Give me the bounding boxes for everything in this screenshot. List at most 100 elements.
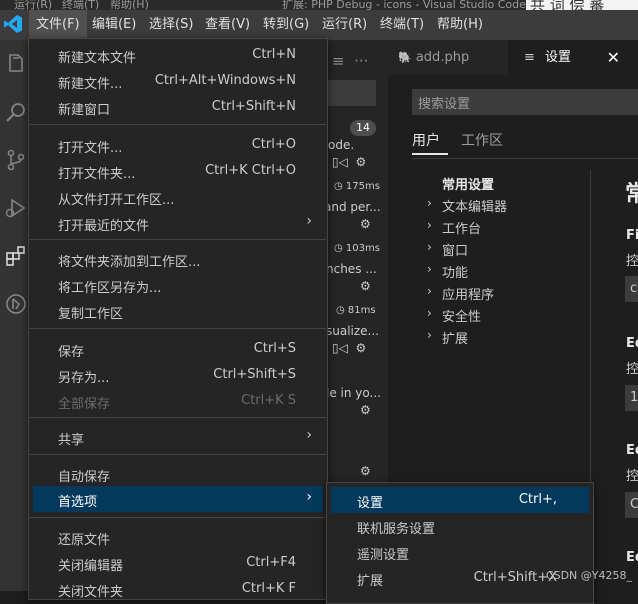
- ext-snippet: sualize...: [326, 324, 380, 338]
- gear-icon[interactable]: ⚙: [360, 279, 371, 293]
- window-title: 扩展: PHP Debug - icons - Visual Studio Co…: [282, 0, 526, 10]
- explorer-icon[interactable]: [4, 52, 28, 76]
- ext-timing: ◷ 81ms: [336, 305, 376, 316]
- menu-item-new-file[interactable]: 新建文件... Ctrl+Alt+Windows+N: [30, 68, 326, 94]
- menu-item-add-folder-to-workspace[interactable]: 将文件夹添加到工作区...: [30, 246, 326, 272]
- tree-item[interactable]: 工作台: [442, 218, 481, 237]
- menu-item-duplicate-workspace[interactable]: 复制工作区: [30, 298, 326, 324]
- ext-actions-icon[interactable]: ▯◁ ⚙: [332, 341, 366, 355]
- search-icon[interactable]: [4, 100, 28, 124]
- menu-help[interactable]: 帮助(H): [430, 10, 490, 40]
- tree-item[interactable]: 应用程序: [442, 284, 494, 303]
- preferences-submenu: 设置 Ctrl+, 联机服务设置 遥测设置 扩展 Ctrl+Shift+X: [326, 482, 594, 604]
- tab-settings[interactable]: ≡ 设置 ✕: [508, 40, 638, 75]
- settings-section-title: 常: [625, 182, 638, 207]
- setting-label: Fil: [626, 228, 638, 243]
- tab-bar: 🐘 add.php ≡ 设置 ✕: [388, 40, 638, 75]
- close-icon[interactable]: ✕: [607, 40, 620, 75]
- menu-edit[interactable]: 编辑(E): [85, 10, 143, 40]
- setting-input[interactable]: c: [625, 276, 638, 302]
- chevron-right-icon: ›: [306, 489, 312, 505]
- menu-separator: [30, 328, 326, 329]
- menu-go[interactable]: 转到(G): [256, 10, 316, 40]
- menu-item-open-file[interactable]: 打开文件... Ctrl+O: [30, 132, 326, 158]
- setting-desc: 控: [626, 469, 638, 484]
- menu-separator: [30, 417, 326, 418]
- setting-desc: 控: [626, 362, 638, 377]
- menu-selection[interactable]: 选择(S): [142, 10, 200, 40]
- setting-label: Ed: [626, 336, 638, 351]
- ext-actions-icon[interactable]: ▯◁ ⚙: [332, 155, 366, 169]
- menu-file[interactable]: 文件(F): [29, 10, 87, 40]
- php-icon[interactable]: [4, 292, 28, 316]
- gear-icon[interactable]: ⚙: [360, 464, 371, 478]
- menu-item-new-text-file[interactable]: 新建文本文件 Ctrl+N: [30, 42, 326, 68]
- title-strip: 运行(R) 终端(T) 帮助(H) 扩展: PHP Debug - icons …: [0, 0, 638, 10]
- menu-run[interactable]: 运行(R): [315, 10, 374, 40]
- strip-menu-run: 运行(R): [14, 0, 53, 10]
- menu-separator: [30, 124, 326, 125]
- scope-tab-user[interactable]: 用户: [412, 130, 440, 150]
- divider: [412, 158, 638, 159]
- menu-item-new-window[interactable]: 新建窗口 Ctrl+Shift+N: [30, 94, 326, 120]
- settings-file-icon: ≡: [524, 50, 535, 65]
- settings-search-input[interactable]: 搜索设置: [412, 89, 638, 115]
- chevron-right-icon: ›: [306, 427, 312, 443]
- search-placeholder: 搜索设置: [418, 97, 471, 112]
- tree-item[interactable]: 窗口: [442, 240, 468, 259]
- submenu-item-online-services[interactable]: 联机服务设置: [331, 513, 589, 539]
- menu-item-save-all: 全部保存 Ctrl+K S: [58, 393, 296, 412]
- gear-icon[interactable]: ⚙: [360, 403, 371, 417]
- submenu-item-telemetry[interactable]: 遥测设置: [331, 539, 589, 565]
- menu-item-auto-save[interactable]: 自动保存: [30, 461, 326, 487]
- file-menu: 新建文本文件 Ctrl+N 新建文件... Ctrl+Alt+Windows+N 新…: [28, 38, 328, 600]
- menu-separator: [30, 517, 326, 518]
- menu-item-open-folder[interactable]: 打开文件夹... Ctrl+K Ctrl+O: [30, 158, 326, 184]
- menu-item-save[interactable]: 保存 Ctrl+S: [30, 336, 326, 362]
- menu-item-open-recent[interactable]: 打开最近的文件 ›: [30, 210, 326, 236]
- menu-item-share[interactable]: 共享 ›: [30, 424, 326, 450]
- sidebar-search-box[interactable]: [326, 80, 376, 106]
- ext-snippet: le in yo...: [326, 386, 381, 400]
- ext-snippet: nches ...: [326, 262, 377, 276]
- menu-separator: [30, 454, 326, 455]
- menu-item-save-as[interactable]: 另存为... Ctrl+Shift+S: [30, 362, 326, 388]
- php-file-icon: 🐘: [398, 51, 412, 64]
- menu-item-preferences[interactable]: 首选项 ›: [33, 486, 323, 512]
- tree-common[interactable]: 常用设置: [442, 174, 494, 193]
- setting-label: Ed: [626, 443, 638, 458]
- tab-add-php[interactable]: 🐘 add.php: [398, 40, 508, 75]
- ext-snippet: ode.: [328, 138, 355, 152]
- strip-menu-terminal: 终端(T): [62, 0, 100, 10]
- setting-input[interactable]: C: [625, 492, 638, 518]
- setting-desc: 控: [626, 254, 638, 269]
- watermark: CSDN @Y4258_: [545, 569, 632, 582]
- vscode-logo-icon: [4, 15, 22, 33]
- source-control-icon[interactable]: [4, 148, 28, 172]
- tree-item[interactable]: 文本编辑器: [442, 196, 507, 215]
- gear-icon[interactable]: ⚙: [360, 217, 371, 231]
- right-window-edge: 共 词 偿 蕃: [526, 0, 638, 10]
- tab-label: add.php: [415, 50, 470, 65]
- scope-tab-underline: [412, 153, 448, 155]
- menu-item-save-workspace-as[interactable]: 将工作区另存为...: [30, 272, 326, 298]
- menu-terminal[interactable]: 终端(T): [373, 10, 431, 40]
- scope-tab-workspace[interactable]: 工作区: [461, 130, 503, 150]
- tree-item[interactable]: 功能: [442, 262, 468, 281]
- setting-input[interactable]: 1: [625, 385, 638, 411]
- submenu-item-settings[interactable]: 设置 Ctrl+,: [331, 487, 589, 513]
- setting-label: Ed: [626, 550, 638, 565]
- tree-item[interactable]: 安全性: [442, 306, 481, 325]
- run-debug-icon[interactable]: [4, 196, 28, 220]
- menu-item-close-editor[interactable]: 关闭编辑器 Ctrl+F4: [30, 550, 326, 576]
- ext-snippet: and per...: [324, 200, 381, 214]
- menu-view[interactable]: 查看(V): [198, 10, 257, 40]
- menu-item-close-folder[interactable]: 关闭文件夹 Ctrl+K F: [30, 576, 326, 602]
- menu-item-revert-file[interactable]: 还原文件: [30, 524, 326, 550]
- count-badge: 14: [350, 120, 376, 136]
- tree-item[interactable]: 扩展: [442, 328, 468, 347]
- extensions-icon[interactable]: [4, 244, 28, 268]
- menubar: 文件(F) 编辑(E) 选择(S) 查看(V) 转到(G) 运行(R) 终端(T…: [0, 10, 638, 40]
- menu-item-open-workspace[interactable]: 从文件打开工作区...: [30, 184, 326, 210]
- sidebar-more-icon[interactable]: ≡ ···: [332, 52, 368, 70]
